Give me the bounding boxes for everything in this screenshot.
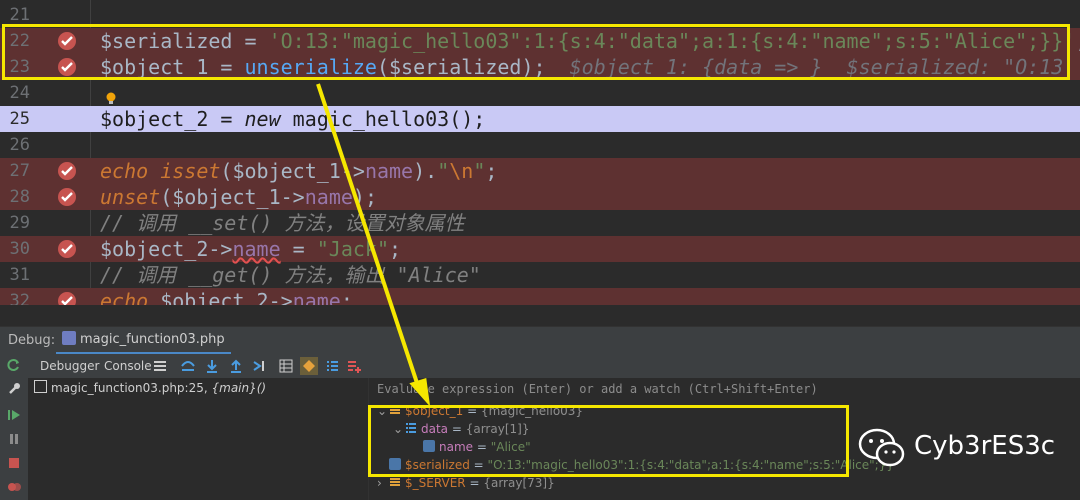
line-number: 32	[9, 291, 30, 305]
pause-icon[interactable]	[7, 432, 21, 446]
array-icon	[390, 478, 400, 486]
run-to-cursor-icon[interactable]	[252, 358, 268, 374]
step-into-icon[interactable]	[204, 358, 220, 374]
debug-actions-strip	[0, 354, 28, 500]
code-text: $object_2->name = "Jack";	[100, 237, 402, 261]
wechat-logo-icon	[858, 428, 905, 467]
line-number: 25	[9, 109, 30, 129]
breakpoint-check-icon[interactable]	[57, 239, 77, 259]
settings-wrench-icon[interactable]	[7, 382, 21, 396]
code-line-32[interactable]: 32 echo $object_2->name;	[0, 288, 1080, 305]
code-line-26[interactable]: 26	[0, 132, 1080, 158]
code-text: echo $object_2->name;	[100, 289, 353, 305]
line-number: 30	[9, 239, 30, 259]
breakpoints-icon[interactable]	[7, 480, 21, 494]
code-text: unset($object_1->name);	[100, 185, 377, 209]
line-number: 31	[9, 265, 30, 285]
line-number: 26	[9, 135, 30, 155]
line-number: 28	[9, 187, 30, 207]
code-line-24[interactable]: 24	[0, 80, 1080, 106]
tab-console[interactable]: Console	[104, 354, 152, 378]
debug-session-tab[interactable]: magic_function03.php	[56, 327, 231, 355]
line-number: 27	[9, 161, 30, 181]
breakpoints-toggle-icon[interactable]	[300, 357, 318, 375]
stack-frame[interactable]: magic_function03.php:25, {main}()	[34, 380, 266, 395]
breakpoint-check-icon[interactable]	[57, 291, 77, 305]
frames-list-icon[interactable]	[324, 358, 340, 374]
var-server[interactable]: › $_SERVER = {array[73]}	[377, 476, 555, 490]
code-line-31[interactable]: 31 // 调用 __get() 方法，输出 "Alice"	[0, 262, 1080, 288]
resume-icon[interactable]	[7, 408, 21, 422]
evaluate-table-icon[interactable]	[278, 358, 294, 374]
stop-icon[interactable]	[7, 456, 21, 470]
tab-debugger[interactable]: Debugger	[40, 354, 99, 378]
lightbulb-icon[interactable]	[104, 91, 118, 105]
code-editor[interactable]: 21 22 $serialized = 'O:13:"magic_hello03…	[0, 0, 1080, 305]
variables-highlight-box	[368, 405, 849, 477]
debug-label: Debug:	[8, 333, 56, 348]
chevron-right-icon[interactable]: ›	[377, 476, 389, 490]
breakpoint-check-icon[interactable]	[57, 187, 77, 207]
code-comment: // 调用 __get() 方法，输出 "Alice"	[100, 263, 481, 287]
debug-toolbar: Debugger Console	[0, 354, 1080, 378]
rerun-icon[interactable]	[7, 358, 21, 372]
add-watch-icon[interactable]	[346, 358, 362, 374]
evaluate-expression-input[interactable]: Evaluate expression (Enter) or add a wat…	[377, 382, 818, 396]
line-number: 29	[9, 213, 30, 233]
code-line-27[interactable]: 27 echo isset($object_1->name)."\n";	[0, 158, 1080, 184]
step-out-icon[interactable]	[228, 358, 244, 374]
breakpoint-check-icon[interactable]	[57, 161, 77, 181]
php-file-icon	[62, 331, 76, 345]
frame-icon	[34, 380, 47, 393]
line-number: 24	[9, 83, 30, 103]
code-highlight-box	[2, 24, 1070, 80]
debug-tool-window-header: Debug: magic_function03.php	[0, 326, 1080, 355]
frames-panel: magic_function03.php:25, {main}()	[28, 378, 369, 500]
code-text: $object_2 = new magic_hello03();	[100, 107, 486, 131]
layout-menu-icon[interactable]	[152, 358, 168, 374]
watermark-text: Cyb3rES3c	[914, 431, 1056, 461]
code-line-30[interactable]: 30 $object_2->name = "Jack";	[0, 236, 1080, 262]
code-line-25-current[interactable]: 25 $object_2 = new magic_hello03();	[0, 106, 1080, 132]
code-line-28[interactable]: 28 unset($object_1->name);	[0, 184, 1080, 210]
code-line-29[interactable]: 29 // 调用 __set() 方法，设置对象属性	[0, 210, 1080, 236]
code-comment: // 调用 __set() 方法，设置对象属性	[100, 211, 465, 235]
step-over-icon[interactable]	[180, 358, 196, 374]
code-text: echo isset($object_1->name)."\n";	[100, 159, 498, 183]
